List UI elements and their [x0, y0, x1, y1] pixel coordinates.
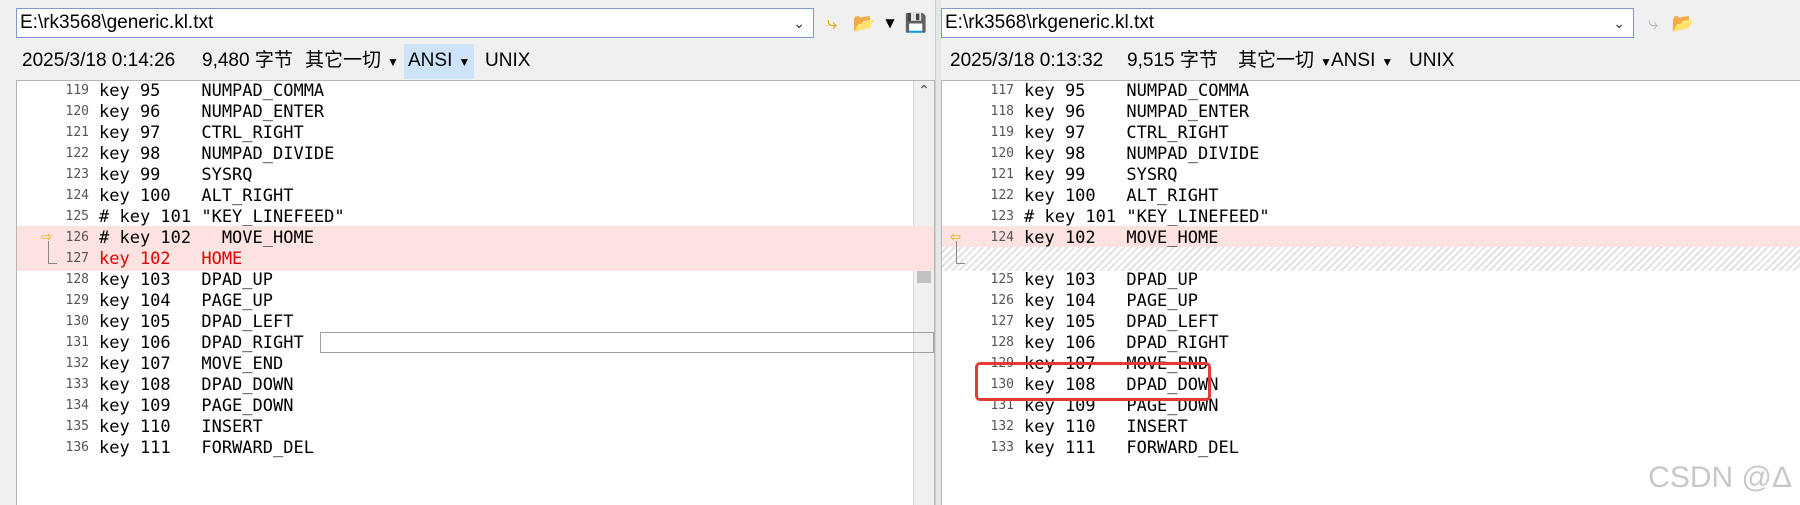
- sync-icon[interactable]: ⤷: [1641, 10, 1665, 36]
- save-icon[interactable]: 💾: [904, 10, 928, 36]
- chevron-down-icon[interactable]: ⌄: [1613, 9, 1625, 37]
- caret-down-icon: ▼: [458, 55, 471, 69]
- watermark: CSDN @Δ: [1648, 461, 1792, 494]
- right-filter-label: 其它一切: [1238, 50, 1315, 71]
- left-filter-label: 其它一切: [305, 50, 382, 71]
- left-file-pane: E:\rk3568\generic.kl.txt ⌄ ⤷ 📂 ▼ 💾 2025/…: [0, 0, 935, 505]
- left-path-text: E:\rk3568\generic.kl.txt: [20, 12, 214, 33]
- open-folder-icon[interactable]: 📂: [1671, 10, 1695, 36]
- code-line[interactable]: 133 key 111 FORWARD_DEL: [942, 436, 1800, 460]
- left-eol-label: UNIX: [485, 50, 531, 71]
- chevron-down-icon[interactable]: ⌄: [793, 9, 805, 37]
- right-date: 2025/3/18 0:13:32: [950, 50, 1104, 71]
- line-text: key 111 FORWARD_DEL: [1024, 438, 1239, 458]
- left-file-info: 2025/3/18 0:14:26 9,480 字节 其它一切 ▼ ANSI ▼ U…: [22, 44, 922, 79]
- right-editor[interactable]: 117 key 95 NUMPAD_COMMA 118 key 96 NUMPAD_E…: [941, 80, 1800, 505]
- diff-bracket: [956, 241, 965, 264]
- right-filter-dropdown[interactable]: 其它一切 ▼: [1238, 44, 1332, 79]
- left-encoding-label: ANSI: [408, 50, 453, 71]
- right-file-info: 2025/3/18 0:13:32 9,515 字节 其它一切 ▼ ANSI ▼ U…: [950, 44, 1790, 78]
- current-line-box: [320, 332, 934, 353]
- right-size: 9,515 字节: [1127, 50, 1218, 71]
- right-encoding-dropdown[interactable]: ANSI ▼: [1331, 44, 1393, 79]
- left-editor[interactable]: ⌃ 119 key 95 NUMPAD_COMMA 120 key 96 NUMPAD…: [16, 80, 935, 505]
- left-filter-dropdown[interactable]: 其它一切 ▼: [305, 44, 399, 79]
- caret-down-icon: ▼: [387, 55, 399, 69]
- caret-down-icon: ▼: [1381, 55, 1394, 69]
- sync-icon[interactable]: ⤷: [820, 10, 844, 36]
- right-path-combobox[interactable]: E:\rk3568\rkgeneric.kl.txt ⌄: [941, 8, 1634, 38]
- left-size: 9,480 字节: [202, 50, 293, 71]
- chevron-down-icon[interactable]: ▼: [878, 10, 902, 36]
- code-line[interactable]: 136 key 111 FORWARD_DEL: [17, 436, 934, 460]
- right-eol-label: UNIX: [1409, 50, 1455, 71]
- highlight-box: [975, 362, 1211, 401]
- diff-bracket: [48, 241, 57, 264]
- open-folder-icon[interactable]: 📂: [852, 10, 876, 36]
- right-path-text: E:\rk3568\rkgeneric.kl.txt: [945, 12, 1155, 33]
- line-number: 136: [65, 440, 89, 455]
- left-path-combobox[interactable]: E:\rk3568\generic.kl.txt ⌄: [16, 8, 814, 38]
- line-number: 133: [990, 440, 1014, 455]
- left-date: 2025/3/18 0:14:26: [22, 50, 176, 71]
- right-encoding-label: ANSI: [1331, 50, 1376, 71]
- line-text: key 111 FORWARD_DEL: [99, 438, 314, 458]
- left-encoding-dropdown[interactable]: ANSI ▼: [404, 44, 475, 79]
- right-file-pane: E:\rk3568\rkgeneric.kl.txt ⌄ ⤷ 📂 2025/3/…: [941, 0, 1800, 505]
